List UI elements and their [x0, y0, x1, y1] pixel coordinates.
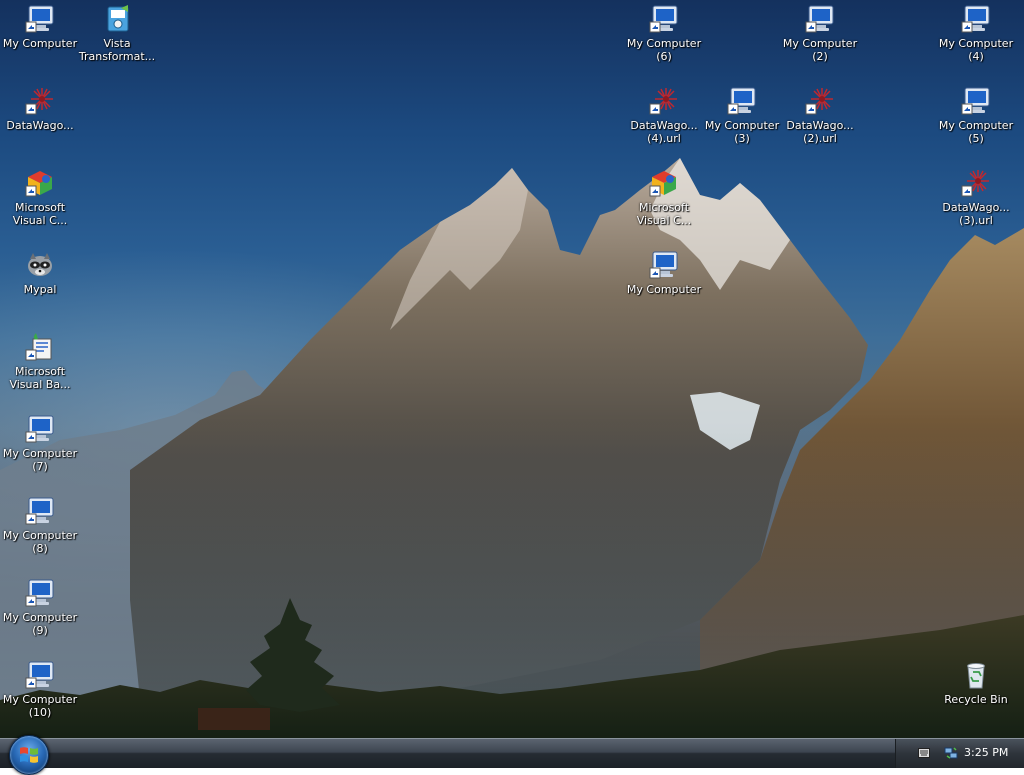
visual-basic-icon: [25, 333, 52, 361]
computer-shortcut-icon: [805, 5, 834, 33]
desktop-icon-microsoft-visual-c[interactable]: Microsoft Visual C...: [1, 167, 79, 227]
desktop-icon-label: My Computer (5): [938, 119, 1014, 145]
desktop-icon-label: My Computer (9): [2, 611, 78, 637]
desktop-icon-my-computer-8[interactable]: My Computer (8): [1, 495, 79, 555]
desktop-icon-my-computer-6[interactable]: My Computer (6): [625, 3, 703, 63]
installer-icon: [107, 5, 129, 32]
computer-shortcut-icon: [961, 5, 990, 33]
desktop-icon-recycle-bin[interactable]: Recycle Bin: [937, 659, 1015, 706]
url-shortcut-icon: [805, 88, 833, 115]
desktop-icon-my-computer-2[interactable]: My Computer (2): [781, 3, 859, 63]
desktop-icon-my-computer[interactable]: My Computer: [1, 3, 79, 50]
desktop-icon-microsoft-visual-c-2[interactable]: Microsoft Visual C...: [625, 167, 703, 227]
desktop-icon-label: DataWago...: [6, 119, 74, 132]
keyboard-icon[interactable]: [918, 748, 930, 758]
desktop-icon-my-computer-4[interactable]: My Computer (4): [937, 3, 1015, 63]
start-button[interactable]: [9, 735, 49, 775]
desktop-icon-label: My Computer (6): [626, 37, 702, 63]
desktop-icon-label: Microsoft Visual Ba...: [9, 365, 71, 391]
url-shortcut-icon: [25, 88, 53, 115]
desktop-icon-label: Microsoft Visual C...: [636, 201, 692, 227]
desktop-icon-my-computer-dup[interactable]: My Computer: [625, 249, 703, 296]
desktop-icon-label: Microsoft Visual C...: [12, 201, 68, 227]
desktop-icon-my-computer-5[interactable]: My Computer (5): [937, 85, 1015, 145]
computer-shortcut-icon: [727, 87, 756, 115]
desktop-icon-label: My Computer (10): [2, 693, 78, 719]
computer-shortcut-icon: [25, 415, 54, 443]
desktop-icon-label: My Computer (4): [938, 37, 1014, 63]
desktop-icon-label: DataWago... (4).url: [630, 119, 698, 145]
desktop-icon-label: My Computer (8): [2, 529, 78, 555]
desktop[interactable]: My Computer Vista Transformat... DataWag…: [0, 0, 1024, 738]
url-shortcut-icon: [649, 88, 677, 115]
computer-shortcut-icon: [25, 497, 54, 525]
desktop-icon-datawago[interactable]: DataWago...: [1, 85, 79, 132]
wallpaper-mountains: [0, 158, 1024, 738]
recycle-bin-icon: [967, 663, 985, 689]
desktop-icon-mypal[interactable]: Mypal: [1, 249, 79, 296]
computer-shortcut-icon: [25, 661, 54, 689]
desktop-icon-label: My Computer (2): [782, 37, 858, 63]
computer-shortcut-icon: [649, 5, 678, 33]
notification-area: 3:25 PM: [895, 739, 1024, 768]
desktop-icon-label: My Computer: [2, 37, 78, 50]
mypal-raccoon-icon: [28, 253, 52, 276]
desktop-icon-label: Recycle Bin: [944, 693, 1008, 706]
computer-shortcut-icon: [25, 5, 54, 33]
computer-shortcut-icon: [961, 87, 990, 115]
network-icon[interactable]: [944, 746, 958, 760]
desktop-icon-label: DataWago... (2).url: [786, 119, 854, 145]
desktop-icon-my-computer-10[interactable]: My Computer (10): [1, 659, 79, 719]
desktop-icon-microsoft-visual-basic[interactable]: Microsoft Visual Ba...: [1, 331, 79, 391]
desktop-icon-label: My Computer (7): [2, 447, 78, 473]
visual-cpp-icon: [649, 171, 676, 197]
windows-start-orb-icon: [20, 747, 38, 763]
clock[interactable]: 3:25 PM: [964, 746, 1008, 759]
desktop-icon-datawago-4-url[interactable]: DataWago... (4).url: [625, 85, 703, 145]
desktop-icon-label: My Computer: [626, 283, 702, 296]
desktop-icon-label: My Computer (3): [704, 119, 780, 145]
taskbar: 3:25 PM: [0, 735, 1024, 775]
desktop-icon-label: Mypal: [23, 283, 57, 296]
url-shortcut-icon: [961, 170, 989, 197]
computer-shortcut-icon: [25, 579, 54, 607]
desktop-icon-datawago-3-url[interactable]: DataWago... (3).url: [937, 167, 1015, 227]
desktop-icon-my-computer-9[interactable]: My Computer (9): [1, 577, 79, 637]
desktop-icon-datawago-2-url[interactable]: DataWago... (2).url: [781, 85, 859, 145]
desktop-icon-vista-transformation[interactable]: Vista Transformat...: [78, 3, 156, 63]
desktop-icon-my-computer-7[interactable]: My Computer (7): [1, 413, 79, 473]
visual-cpp-icon: [25, 171, 52, 197]
desktop-icon-label: Vista Transformat...: [78, 37, 156, 63]
desktop-icon-my-computer-3[interactable]: My Computer (3): [703, 85, 781, 145]
computer-shortcut-icon: [649, 251, 678, 279]
desktop-icon-label: DataWago... (3).url: [942, 201, 1010, 227]
